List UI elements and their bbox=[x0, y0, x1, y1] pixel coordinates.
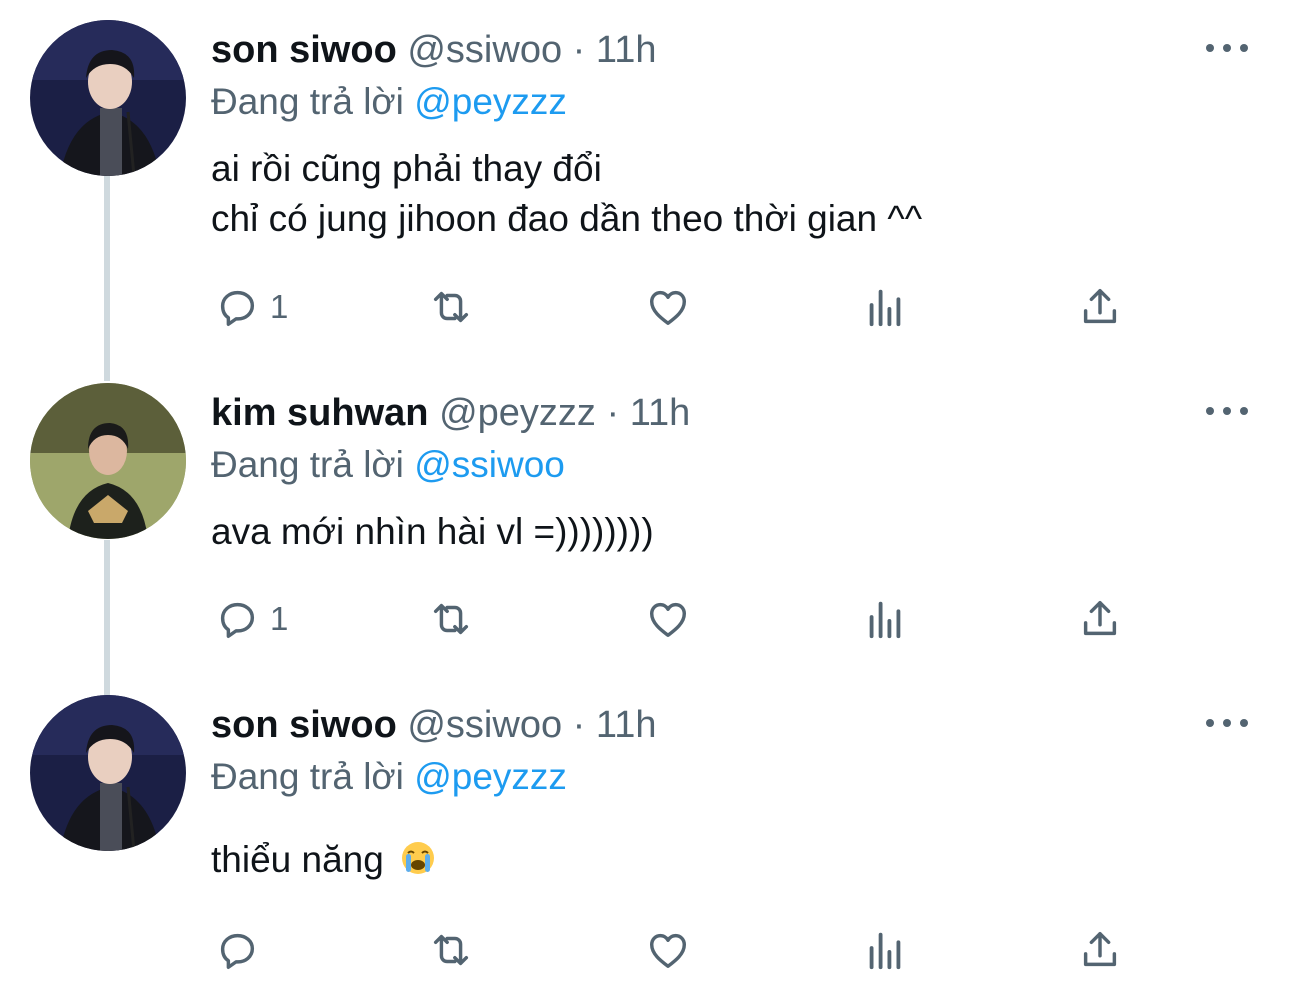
heart-icon bbox=[645, 284, 691, 330]
timestamp[interactable]: 11h bbox=[596, 704, 657, 746]
replying-to-mention[interactable]: @peyzzz bbox=[414, 81, 567, 122]
share-button[interactable] bbox=[1077, 589, 1123, 649]
views-icon bbox=[862, 596, 908, 642]
retweet-button[interactable] bbox=[428, 277, 474, 337]
replying-to: Đang trả lời @peyzzz bbox=[211, 755, 567, 799]
more-options-icon[interactable] bbox=[1206, 38, 1248, 58]
share-icon bbox=[1077, 284, 1123, 330]
display-name[interactable]: kim suhwan bbox=[211, 392, 429, 434]
share-icon bbox=[1077, 927, 1123, 973]
avatar[interactable] bbox=[30, 20, 186, 176]
username[interactable]: @peyzzz bbox=[439, 392, 596, 434]
tweet-actions: 1 bbox=[0, 589, 1290, 649]
tweet-text-line: ai rồi cũng phải thay đổi bbox=[211, 148, 602, 189]
avatar[interactable] bbox=[30, 695, 186, 851]
more-options-icon[interactable] bbox=[1206, 713, 1248, 733]
tweet-text-content: thiểu năng bbox=[211, 839, 384, 880]
reply-button[interactable]: 1 bbox=[214, 589, 288, 649]
tweet-text-line: thiểu năng bbox=[211, 835, 436, 885]
views-button[interactable] bbox=[862, 920, 908, 980]
tweet-text-line: chỉ có jung jihoon đao dần theo thời gia… bbox=[211, 198, 923, 239]
reply-count: 1 bbox=[270, 600, 289, 637]
views-icon bbox=[862, 284, 908, 330]
tweet-header: son siwoo @ssiwoo · 11h bbox=[211, 28, 656, 72]
timestamp[interactable]: 11h bbox=[630, 392, 691, 434]
tweet[interactable]: son siwoo @ssiwoo · 11h Đang trả lời @pe… bbox=[0, 20, 1290, 340]
share-icon bbox=[1077, 596, 1123, 642]
separator-dot: · bbox=[572, 29, 586, 71]
like-button[interactable] bbox=[645, 277, 691, 337]
timestamp[interactable]: 11h bbox=[596, 29, 657, 71]
heart-icon bbox=[645, 927, 691, 973]
share-button[interactable] bbox=[1077, 920, 1123, 980]
views-button[interactable] bbox=[862, 277, 908, 337]
tweet-text: ava mới nhìn hài vl =)))))))) bbox=[211, 507, 654, 557]
reply-button[interactable]: 1 bbox=[214, 277, 288, 337]
loudly-crying-face-emoji bbox=[400, 840, 436, 876]
retweet-icon bbox=[428, 596, 474, 642]
tweet-text: ai rồi cũng phải thay đổi chỉ có jung ji… bbox=[211, 144, 922, 244]
replying-to: Đang trả lời @peyzzz bbox=[211, 80, 567, 124]
replying-to-label: Đang trả lời bbox=[211, 81, 404, 122]
avatar[interactable] bbox=[30, 383, 186, 539]
separator-dot: · bbox=[606, 392, 620, 434]
username[interactable]: @ssiwoo bbox=[407, 704, 562, 746]
reply-icon bbox=[214, 596, 260, 642]
tweet-actions: 1 bbox=[0, 277, 1290, 337]
tweet-text-line: ava mới nhìn hài vl =)))))))) bbox=[211, 511, 654, 552]
separator-dot: · bbox=[572, 704, 586, 746]
views-button[interactable] bbox=[862, 589, 908, 649]
tweet[interactable]: son siwoo @ssiwoo · 11h Đang trả lời @pe… bbox=[0, 695, 1290, 995]
reply-button[interactable] bbox=[214, 920, 270, 980]
tweet-text: thiểu năng bbox=[211, 835, 436, 885]
like-button[interactable] bbox=[645, 589, 691, 649]
display-name[interactable]: son siwoo bbox=[211, 29, 397, 71]
tweet[interactable]: kim suhwan @peyzzz · 11h Đang trả lời @s… bbox=[0, 383, 1290, 663]
replying-to-label: Đang trả lời bbox=[211, 444, 404, 485]
reply-count: 1 bbox=[270, 288, 289, 325]
more-options-icon[interactable] bbox=[1206, 401, 1248, 421]
tweet-header: son siwoo @ssiwoo · 11h bbox=[211, 703, 656, 747]
tweet-header: kim suhwan @peyzzz · 11h bbox=[211, 391, 690, 435]
reply-icon bbox=[214, 284, 260, 330]
retweet-icon bbox=[428, 284, 474, 330]
retweet-button[interactable] bbox=[428, 589, 474, 649]
like-button[interactable] bbox=[645, 920, 691, 980]
share-button[interactable] bbox=[1077, 277, 1123, 337]
retweet-icon bbox=[428, 927, 474, 973]
replying-to-label: Đang trả lời bbox=[211, 756, 404, 797]
views-icon bbox=[862, 927, 908, 973]
username[interactable]: @ssiwoo bbox=[407, 29, 562, 71]
reply-icon bbox=[214, 927, 260, 973]
replying-to-mention[interactable]: @peyzzz bbox=[414, 756, 567, 797]
display-name[interactable]: son siwoo bbox=[211, 704, 397, 746]
heart-icon bbox=[645, 596, 691, 642]
retweet-button[interactable] bbox=[428, 920, 474, 980]
tweet-actions bbox=[0, 920, 1290, 980]
replying-to-mention[interactable]: @ssiwoo bbox=[414, 444, 565, 485]
replying-to: Đang trả lời @ssiwoo bbox=[211, 443, 565, 487]
